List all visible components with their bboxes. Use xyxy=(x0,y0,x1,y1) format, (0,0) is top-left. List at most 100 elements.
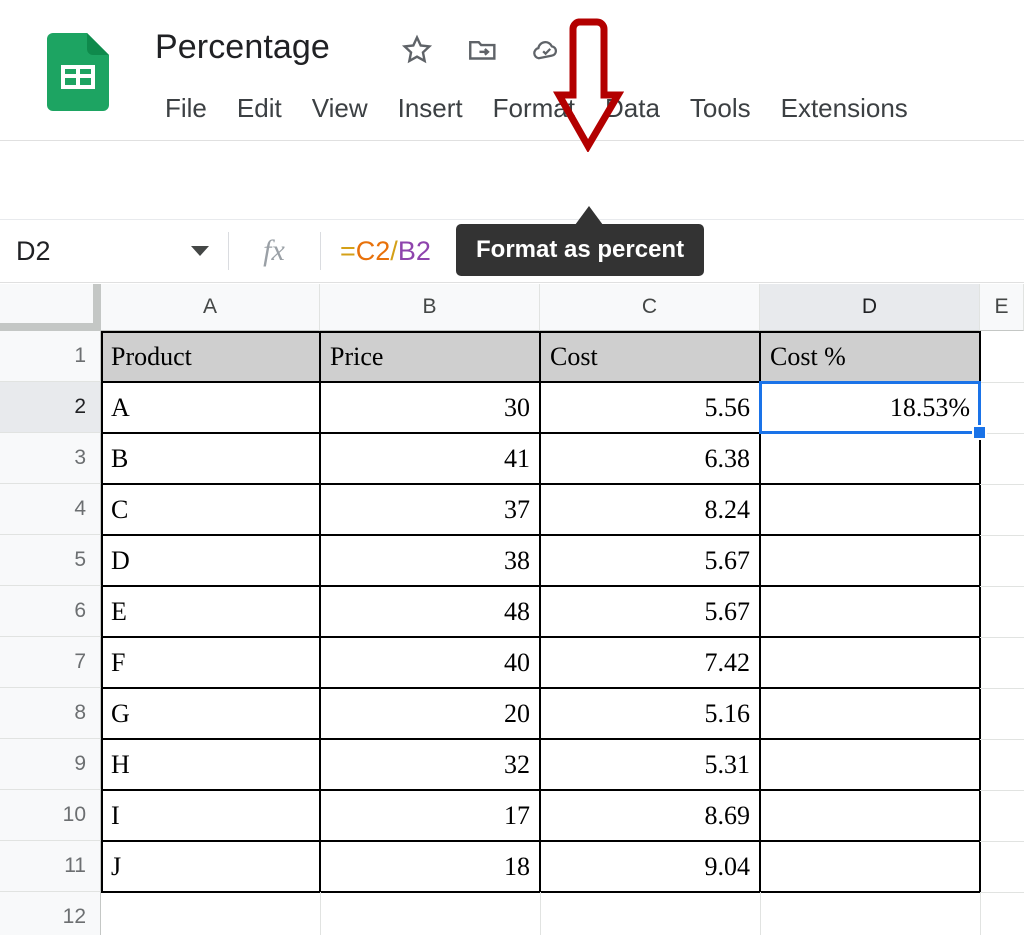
row-header-12[interactable]: 12 xyxy=(0,892,101,935)
cell-E9[interactable] xyxy=(980,739,1024,790)
cell-value: 5.67 xyxy=(705,597,751,627)
cell-B6[interactable]: 48 xyxy=(320,586,540,637)
column-header-label: B xyxy=(422,295,436,319)
menu-item-extensions[interactable]: Extensions xyxy=(766,91,923,126)
cell-B4[interactable]: 37 xyxy=(320,484,540,535)
menu-item-format[interactable]: Format xyxy=(478,91,590,126)
row-header-6[interactable]: 6 xyxy=(0,586,101,637)
cell-A11[interactable]: J xyxy=(101,841,320,892)
row-header-7[interactable]: 7 xyxy=(0,637,101,688)
cell-D1[interactable]: Cost % xyxy=(760,331,980,382)
cell-D2[interactable]: 18.53% xyxy=(760,382,980,433)
menu-item-insert[interactable]: Insert xyxy=(383,91,478,126)
cell-D3[interactable] xyxy=(760,433,980,484)
cell-E10[interactable] xyxy=(980,790,1024,841)
row-header-1[interactable]: 1 xyxy=(0,331,101,382)
cell-A7[interactable]: F xyxy=(101,637,320,688)
cell-A4[interactable]: C xyxy=(101,484,320,535)
menu-item-tools[interactable]: Tools xyxy=(675,91,766,126)
cell-D5[interactable] xyxy=(760,535,980,586)
cell-C4[interactable]: 8.24 xyxy=(540,484,760,535)
cell-C7[interactable]: 7.42 xyxy=(540,637,760,688)
cell-D6[interactable] xyxy=(760,586,980,637)
cell-D11[interactable] xyxy=(760,841,980,892)
column-header-b[interactable]: B xyxy=(320,284,540,331)
cell-E5[interactable] xyxy=(980,535,1024,586)
select-all-corner[interactable] xyxy=(0,284,101,331)
row-header-5[interactable]: 5 xyxy=(0,535,101,586)
formula-bar-divider xyxy=(228,232,229,270)
cell-value: 9.04 xyxy=(705,852,751,882)
fill-handle[interactable] xyxy=(972,425,987,440)
row-header-10[interactable]: 10 xyxy=(0,790,101,841)
chevron-down-icon[interactable] xyxy=(191,246,209,256)
column-header-c[interactable]: C xyxy=(540,284,760,331)
cell-B12[interactable] xyxy=(320,892,540,935)
cell-C1[interactable]: Cost xyxy=(540,331,760,382)
row-header-9[interactable]: 9 xyxy=(0,739,101,790)
menu-item-edit[interactable]: Edit xyxy=(222,91,297,126)
cell-C10[interactable]: 8.69 xyxy=(540,790,760,841)
cell-E1[interactable] xyxy=(980,331,1024,382)
cell-E7[interactable] xyxy=(980,637,1024,688)
document-title[interactable]: Percentage xyxy=(155,28,330,67)
cell-C3[interactable]: 6.38 xyxy=(540,433,760,484)
cell-E3[interactable] xyxy=(980,433,1024,484)
cell-A1[interactable]: Product xyxy=(101,331,320,382)
cell-A3[interactable]: B xyxy=(101,433,320,484)
menu-item-data[interactable]: Data xyxy=(590,91,675,126)
cell-D12[interactable] xyxy=(760,892,980,935)
row-header-4[interactable]: 4 xyxy=(0,484,101,535)
cell-A12[interactable] xyxy=(101,892,320,935)
cell-B1[interactable]: Price xyxy=(320,331,540,382)
cell-B9[interactable]: 32 xyxy=(320,739,540,790)
cell-B11[interactable]: 18 xyxy=(320,841,540,892)
cell-B8[interactable]: 20 xyxy=(320,688,540,739)
row-header-2[interactable]: 2 xyxy=(0,382,101,433)
star-icon[interactable] xyxy=(400,33,434,67)
cell-A8[interactable]: G xyxy=(101,688,320,739)
grid-line-vertical xyxy=(980,892,981,935)
menu-item-file[interactable]: File xyxy=(150,91,222,126)
cell-C9[interactable]: 5.31 xyxy=(540,739,760,790)
cell-A6[interactable]: E xyxy=(101,586,320,637)
cell-A2[interactable]: A xyxy=(101,382,320,433)
cell-E6[interactable] xyxy=(980,586,1024,637)
cell-B10[interactable]: 17 xyxy=(320,790,540,841)
menu-item-view[interactable]: View xyxy=(297,91,383,126)
sheets-logo-icon[interactable] xyxy=(47,33,109,111)
cell-E12[interactable] xyxy=(980,892,1024,935)
cell-E11[interactable] xyxy=(980,841,1024,892)
row-header-8[interactable]: 8 xyxy=(0,688,101,739)
saved-to-drive-cloud-icon[interactable] xyxy=(530,33,564,67)
name-box[interactable]: D2 xyxy=(0,219,228,283)
cell-C2[interactable]: 5.56 xyxy=(540,382,760,433)
column-header-e[interactable]: E xyxy=(980,284,1024,331)
cell-B7[interactable]: 40 xyxy=(320,637,540,688)
row-header-3[interactable]: 3 xyxy=(0,433,101,484)
cell-E8[interactable] xyxy=(980,688,1024,739)
cell-C12[interactable] xyxy=(540,892,760,935)
cell-D9[interactable] xyxy=(760,739,980,790)
formula-input[interactable]: = C2 / B2 xyxy=(340,219,431,283)
cell-D4[interactable] xyxy=(760,484,980,535)
cell-A10[interactable]: I xyxy=(101,790,320,841)
cell-B3[interactable]: 41 xyxy=(320,433,540,484)
cell-E4[interactable] xyxy=(980,484,1024,535)
cell-B5[interactable]: 38 xyxy=(320,535,540,586)
cell-B2[interactable]: 30 xyxy=(320,382,540,433)
row-header-11[interactable]: 11 xyxy=(0,841,101,892)
cell-C6[interactable]: 5.67 xyxy=(540,586,760,637)
column-header-a[interactable]: A xyxy=(101,284,320,331)
cell-C8[interactable]: 5.16 xyxy=(540,688,760,739)
cell-A5[interactable]: D xyxy=(101,535,320,586)
cell-D10[interactable] xyxy=(760,790,980,841)
cell-A9[interactable]: H xyxy=(101,739,320,790)
cell-value: A xyxy=(111,393,130,423)
move-to-folder-icon[interactable] xyxy=(466,33,500,67)
cell-D8[interactable] xyxy=(760,688,980,739)
cell-C11[interactable]: 9.04 xyxy=(540,841,760,892)
cell-D7[interactable] xyxy=(760,637,980,688)
column-header-d[interactable]: D xyxy=(760,284,980,331)
cell-C5[interactable]: 5.67 xyxy=(540,535,760,586)
